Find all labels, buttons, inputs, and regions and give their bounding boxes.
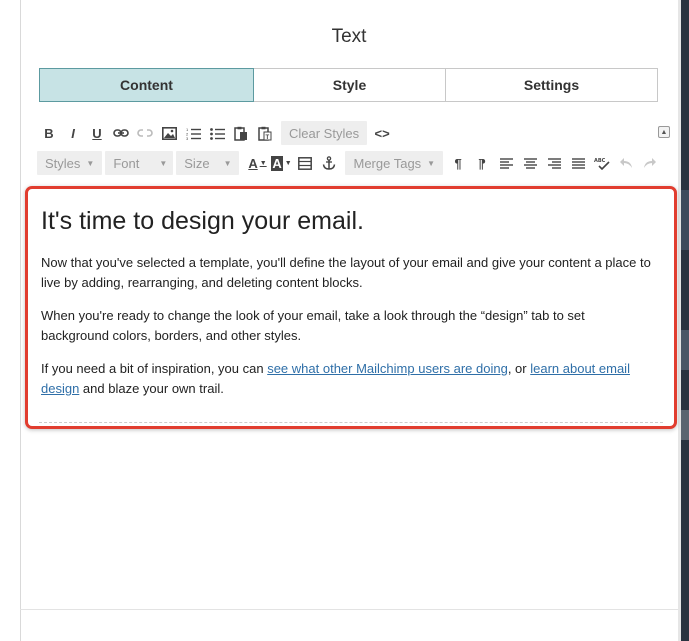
panel-left-border <box>20 0 21 641</box>
underline-button[interactable]: U <box>85 121 109 145</box>
size-dropdown[interactable]: Size ▼ <box>176 151 240 175</box>
tab-bar: Content Style Settings <box>39 68 658 102</box>
paragraph-3-text-end: and blaze your own trail. <box>79 381 224 396</box>
align-left-icon[interactable] <box>494 151 518 175</box>
chevron-down-icon: ▼ <box>159 158 168 168</box>
paragraph-ltr-button[interactable]: ¶ <box>446 151 470 175</box>
svg-text:3: 3 <box>186 136 189 140</box>
styles-dropdown-label: Styles <box>45 155 81 171</box>
undo-icon[interactable] <box>614 151 638 175</box>
unlink-icon[interactable] <box>133 121 157 145</box>
text-color-label: A <box>248 155 258 171</box>
svg-text:ABC: ABC <box>594 158 606 164</box>
anchor-icon[interactable] <box>317 151 341 175</box>
see-other-users-link[interactable]: see what other Mailchimp users are doing <box>267 361 508 376</box>
link-icon[interactable] <box>109 121 133 145</box>
chevron-down-icon: ▼ <box>427 158 436 168</box>
bulleted-list-icon[interactable] <box>205 121 229 145</box>
toolbar-row-1: B I U 123 T Clear Styles <> <box>37 121 394 145</box>
size-dropdown-label: Size <box>184 155 210 171</box>
redo-icon[interactable] <box>638 151 662 175</box>
chevron-down-icon: ▼ <box>284 159 292 167</box>
content-paragraph-1: Now that you've selected a template, you… <box>41 255 651 290</box>
merge-tags-dropdown[interactable]: Merge Tags ▼ <box>345 151 444 175</box>
content-paragraph-2: When you're ready to change the look of … <box>41 308 585 343</box>
chevron-down-icon: ▼ <box>223 158 232 168</box>
tab-style-label: Style <box>332 77 367 93</box>
chevron-down-icon: ▼ <box>259 159 267 167</box>
tab-content[interactable]: Content <box>39 68 254 102</box>
italic-button[interactable]: I <box>61 121 85 145</box>
svg-text:T: T <box>266 135 270 141</box>
spellcheck-icon[interactable]: ABC <box>590 151 614 175</box>
merge-tags-label: Merge Tags <box>353 155 422 171</box>
align-justify-icon[interactable] <box>566 151 590 175</box>
bold-button[interactable]: B <box>37 121 61 145</box>
background-color-button[interactable]: A ▼ <box>269 151 293 175</box>
clear-styles-button[interactable]: Clear Styles <box>281 121 368 145</box>
font-dropdown[interactable]: Font ▼ <box>105 151 174 175</box>
paste-text-icon[interactable]: T <box>253 121 277 145</box>
background-color-label: A <box>271 155 283 171</box>
font-dropdown-label: Font <box>113 155 140 171</box>
triangle-up-icon[interactable]: ▲ <box>658 126 670 138</box>
tab-content-label: Content <box>120 77 173 93</box>
align-right-icon[interactable] <box>542 151 566 175</box>
source-code-button[interactable]: <> <box>370 121 394 145</box>
panel-bottom-divider <box>20 609 678 610</box>
paragraph-3-text-start: If you need a bit of inspiration, you ca… <box>41 361 268 376</box>
background-edge <box>681 0 689 641</box>
align-center-icon[interactable] <box>518 151 542 175</box>
numbered-list-icon[interactable]: 123 <box>181 121 205 145</box>
styles-dropdown[interactable]: Styles ▼ <box>37 151 103 175</box>
content-heading: It's time to design your email. <box>41 207 364 235</box>
tab-settings-label: Settings <box>523 77 580 93</box>
toolbar-row-2: Styles ▼ Font ▼ Size ▼ A ▼ A ▼ Merge Tags ▼ ¶ … <box>37 151 662 175</box>
chevron-down-icon: ▼ <box>86 158 95 168</box>
image-icon[interactable] <box>157 121 181 145</box>
content-paragraph-3: If you need a bit of inspiration, you ca… <box>41 359 651 399</box>
text-content-editor[interactable]: It's time to design your email. Now that… <box>25 186 677 429</box>
text-color-button[interactable]: A ▼ <box>245 151 269 175</box>
table-icon[interactable] <box>293 151 317 175</box>
tab-settings[interactable]: Settings <box>446 69 657 101</box>
paste-icon[interactable] <box>229 121 253 145</box>
panel-title: Text <box>331 26 367 47</box>
paragraph-rtl-button[interactable]: ¶ <box>470 151 494 175</box>
tab-style[interactable]: Style <box>254 69 446 101</box>
paragraph-3-text-middle: , or <box>507 361 531 376</box>
editor-bottom-divider <box>39 422 663 423</box>
